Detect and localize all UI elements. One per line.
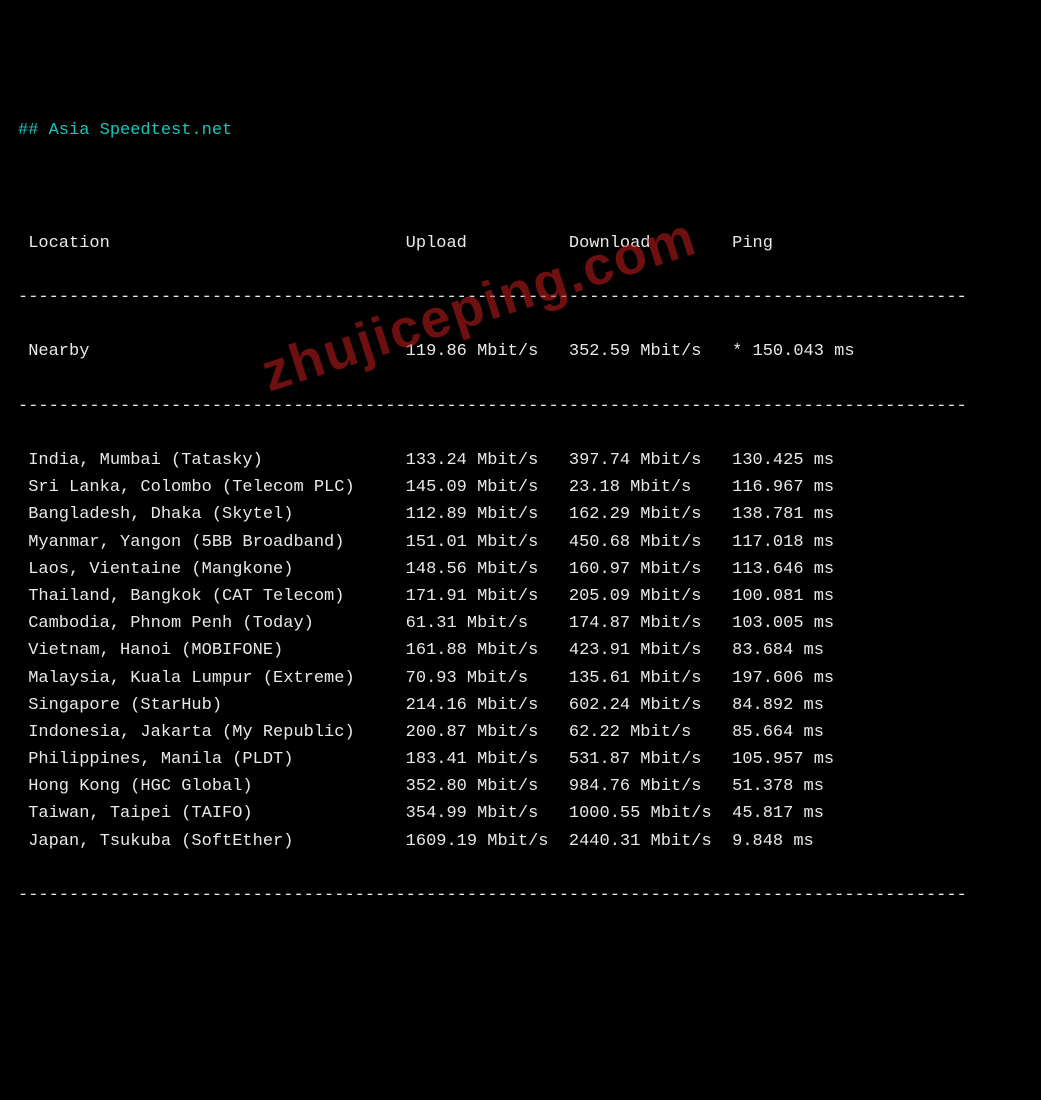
- table-row: Malaysia, Kuala Lumpur (Extreme) 70.93 M…: [18, 665, 1023, 692]
- table-row: Philippines, Manila (PLDT) 183.41 Mbit/s…: [18, 746, 1023, 773]
- table-row: India, Mumbai (Tatasky) 133.24 Mbit/s 39…: [18, 447, 1023, 474]
- nearby-row: Nearby 119.86 Mbit/s 352.59 Mbit/s * 150…: [18, 338, 1023, 365]
- table-row: Vietnam, Hanoi (MOBIFONE) 161.88 Mbit/s …: [18, 637, 1023, 664]
- table-row: Hong Kong (HGC Global) 352.80 Mbit/s 984…: [18, 773, 1023, 800]
- table-row: Taiwan, Taipei (TAIFO) 354.99 Mbit/s 100…: [18, 800, 1023, 827]
- table-row: Indonesia, Jakarta (My Republic) 200.87 …: [18, 719, 1023, 746]
- terminal-title: ## Asia Speedtest.net: [18, 117, 1023, 144]
- table-row: Myanmar, Yangon (5BB Broadband) 151.01 M…: [18, 529, 1023, 556]
- table-header-row: Location Upload Download Ping: [18, 230, 1023, 257]
- table-row: Singapore (StarHub) 214.16 Mbit/s 602.24…: [18, 692, 1023, 719]
- table-row: Thailand, Bangkok (CAT Telecom) 171.91 M…: [18, 583, 1023, 610]
- divider-bottom: ----------------------------------------…: [18, 882, 1023, 909]
- table-row: Japan, Tsukuba (SoftEther) 1609.19 Mbit/…: [18, 828, 1023, 855]
- table-row: Laos, Vientaine (Mangkone) 148.56 Mbit/s…: [18, 556, 1023, 583]
- divider-nearby: ----------------------------------------…: [18, 393, 1023, 420]
- table-row: Bangladesh, Dhaka (Skytel) 112.89 Mbit/s…: [18, 501, 1023, 528]
- table-row: Cambodia, Phnom Penh (Today) 61.31 Mbit/…: [18, 610, 1023, 637]
- blank-line: [18, 175, 1023, 202]
- table-row: Sri Lanka, Colombo (Telecom PLC) 145.09 …: [18, 474, 1023, 501]
- divider-top: ----------------------------------------…: [18, 284, 1023, 311]
